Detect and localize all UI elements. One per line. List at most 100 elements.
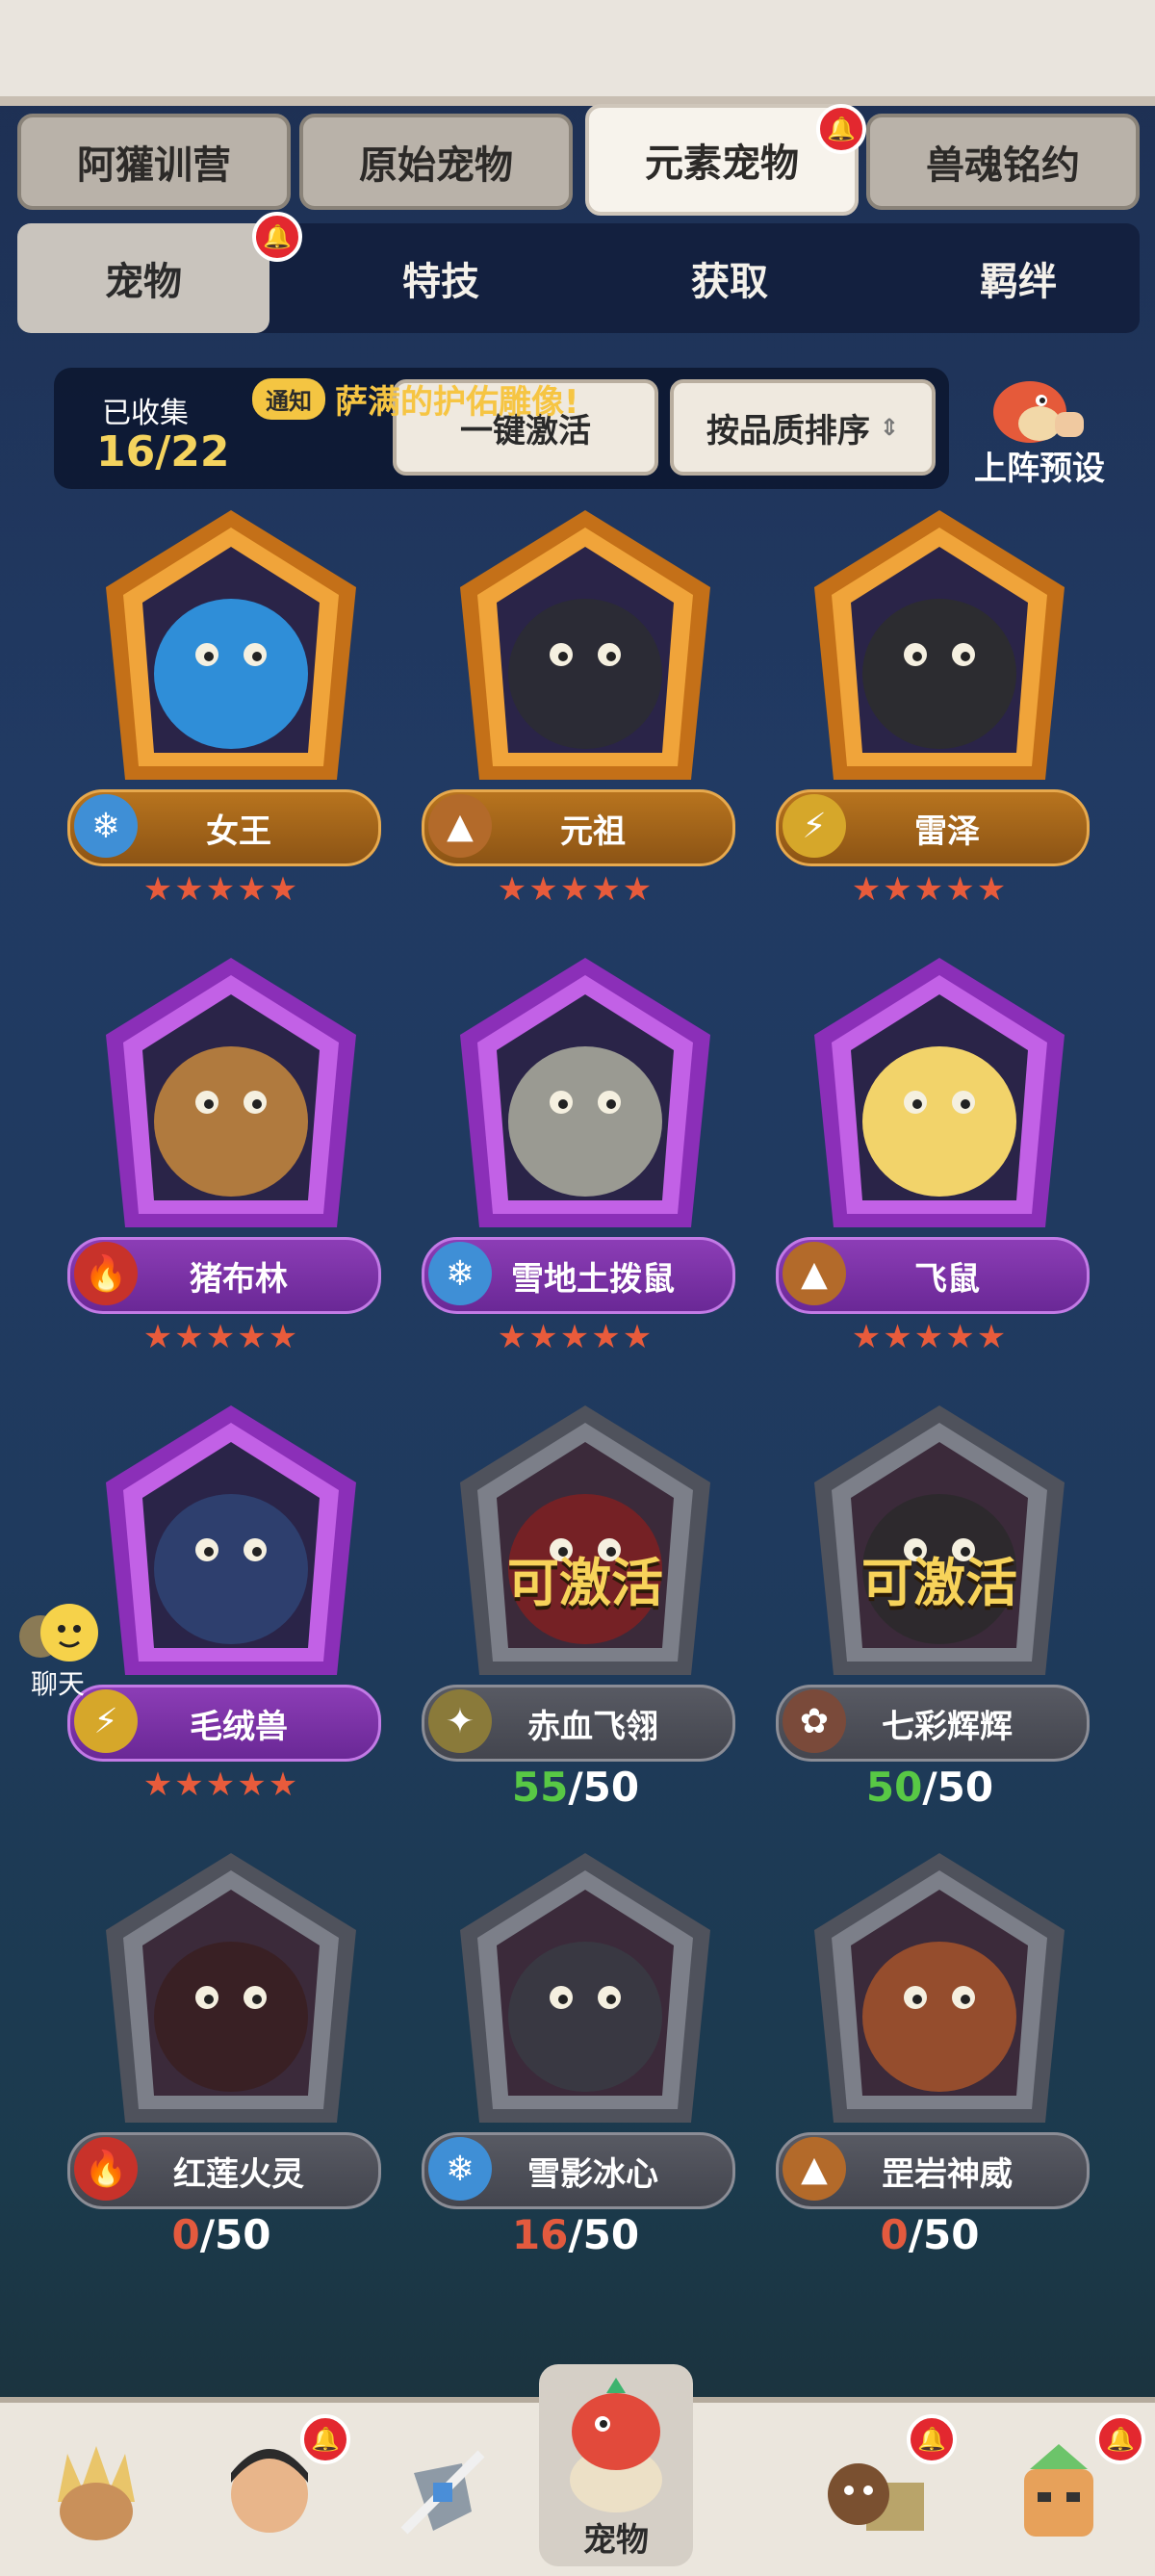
pet-card[interactable]: ▲ 元祖 ★★★★★ (422, 501, 749, 909)
notice-text: 萨满的护佑雕像! (335, 382, 579, 422)
pet-portrait (106, 958, 356, 1227)
can-activate-label: 可激活 (861, 1553, 1017, 1613)
nav-hero[interactable]: 🔔 (192, 2414, 350, 2564)
star-rating: ★★★★★ (142, 870, 300, 909)
nav-equipment[interactable] (366, 2420, 520, 2564)
pet-portrait (460, 958, 710, 1227)
pet-card[interactable]: ⚡ 雷泽 ★★★★★ (776, 501, 1103, 909)
pet-name: 雪地土拨鼠 (511, 1259, 675, 1299)
pet-name: 雪影冰心 (527, 2154, 658, 2194)
category-tabs: 阿獾训营 原始宠物 元素宠物 🔔 兽魂铭约 (17, 104, 1140, 218)
pet-name: 猪布林 (190, 1259, 288, 1299)
pet-portrait (106, 510, 356, 780)
pet-nameplate: ⚡ 雷泽 (776, 789, 1090, 866)
notification-bell-icon: 🔔 (300, 2414, 350, 2464)
fire-element-icon: 🔥 (74, 1242, 138, 1305)
pet-name: 七彩辉辉 (882, 1707, 1013, 1746)
shard-required: /50 (199, 2211, 271, 2258)
tab-a-huan-camp[interactable]: 阿獾训营 (17, 114, 291, 210)
shard-required: /50 (922, 1764, 994, 1811)
shard-current: 0 (171, 2211, 200, 2258)
deploy-preset-button[interactable]: 上阵预设 (953, 364, 1126, 489)
star-rating: ★★★★★ (497, 870, 654, 909)
bottom-nav: 🔔 宠物 🔔 🔔 (0, 2364, 1155, 2576)
sort-label: 按品质排序 (706, 411, 870, 451)
ice-element-icon: ❄ (428, 2137, 492, 2201)
subtab-skills[interactable]: 特技 (306, 223, 576, 333)
fire-element-icon: 🔥 (74, 2137, 138, 2201)
nav-tribe[interactable] (19, 2420, 173, 2564)
earth-element-icon: ▲ (783, 2137, 846, 2201)
pet-nameplate: ▲ 元祖 (422, 789, 735, 866)
sword-shield-icon (400, 2450, 485, 2535)
pet-name: 雷泽 (914, 811, 980, 851)
star-rating: ★★★★★ (142, 1765, 300, 1804)
star-rating: ★★★★★ (142, 1318, 300, 1356)
sort-by-quality-button[interactable]: 按品质排序 ⇕ (670, 379, 936, 476)
notice-tag: 通知 (252, 377, 325, 420)
pet-card[interactable]: ❄ 雪地土拨鼠 ★★★★★ (422, 948, 749, 1356)
paw-element-icon: ✿ (783, 1689, 846, 1753)
notification-bell-icon: 🔔 (816, 104, 866, 154)
pet-nameplate: ▲ 飞鼠 (776, 1237, 1090, 1314)
subtab-pets[interactable]: 宠物 (17, 223, 270, 333)
pet-card[interactable]: ▲ 罡岩神威 0/50 (776, 1843, 1103, 2258)
chat-button[interactable]: 聊天 (13, 1598, 119, 1700)
pet-nameplate: 🔥 猪布林 (67, 1237, 381, 1314)
shard-current: 0 (880, 2211, 909, 2258)
pet-name: 女王 (206, 811, 271, 851)
pet-card[interactable]: ▲ 飞鼠 ★★★★★ (776, 948, 1103, 1356)
pet-dino-icon (570, 2378, 662, 2512)
pet-nameplate: ✿ 七彩辉辉 (776, 1685, 1090, 1762)
nav-building[interactable]: 🔔 (799, 2414, 957, 2564)
pet-portrait (106, 1853, 356, 2123)
notification-bell-icon: 🔔 (907, 2414, 957, 2464)
shard-current: 55 (511, 1764, 569, 1811)
pet-card[interactable]: 可激活 ✦ 赤血飞翎 55/50 (422, 1396, 749, 1811)
pet-card[interactable]: 🔥 猪布林 ★★★★★ (67, 948, 395, 1356)
ice-element-icon: ❄ (428, 1242, 492, 1305)
shard-progress: 55/50 (460, 1764, 691, 1811)
pet-card[interactable]: ❄ 女王 ★★★★★ (67, 501, 395, 909)
earth-element-icon: ▲ (428, 794, 492, 858)
shard-progress: 16/50 (460, 2211, 691, 2258)
star-rating: ★★★★★ (851, 1318, 1009, 1356)
nav-pets[interactable]: 宠物 (539, 2364, 693, 2566)
pet-nameplate: ❄ 女王 (67, 789, 381, 866)
notification-bell-icon: 🔔 (1095, 2414, 1145, 2464)
shard-progress: 0/50 (106, 2211, 337, 2258)
shard-required: /50 (568, 2211, 640, 2258)
nav-pets-label: 宠物 (583, 2521, 649, 2560)
subtab-obtain[interactable]: 获取 (595, 223, 864, 333)
star-rating: ★★★★★ (851, 870, 1009, 909)
ice-element-icon: ❄ (74, 794, 138, 858)
thunder-element-icon: ⚡ (783, 794, 846, 858)
pet-nameplate: ⚡ 毛绒兽 (67, 1685, 381, 1762)
pet-name: 元祖 (560, 811, 626, 851)
shard-progress: 0/50 (814, 2211, 1045, 2258)
can-activate-label: 可激活 (507, 1553, 663, 1613)
preset-label: 上阵预设 (974, 450, 1105, 488)
pet-card[interactable]: 🔥 红莲火灵 0/50 (67, 1843, 395, 2258)
subtab-bonds[interactable]: 羁绊 (884, 223, 1153, 333)
pet-card[interactable]: 可激活 ✿ 七彩辉辉 50/50 (776, 1396, 1103, 1811)
chat-label: 聊天 (31, 1668, 86, 1700)
pet-card[interactable]: ❄ 雪影冰心 16/50 (422, 1843, 749, 2258)
pet-name: 罡岩神威 (882, 2154, 1013, 2194)
pet-portrait (814, 958, 1065, 1227)
top-decor-strip (0, 0, 1155, 106)
pet-nameplate: 🔥 红莲火灵 (67, 2132, 381, 2209)
tab-primitive-pets[interactable]: 原始宠物 (299, 114, 573, 210)
shard-progress: 50/50 (814, 1764, 1045, 1811)
pet-nameplate: ❄ 雪影冰心 (422, 2132, 735, 2209)
shard-current: 16 (511, 2211, 569, 2258)
light-element-icon: ✦ (428, 1689, 492, 1753)
sort-arrows-icon: ⇕ (879, 414, 900, 441)
shard-required: /50 (908, 2211, 980, 2258)
pet-portrait (814, 510, 1065, 780)
earth-element-icon: ▲ (783, 1242, 846, 1305)
sub-tabs: 宠物 🔔 特技 获取 羁绊 (17, 212, 1140, 333)
tab-beast-soul-pact[interactable]: 兽魂铭约 (866, 114, 1140, 210)
nav-totem[interactable]: 🔔 (982, 2414, 1145, 2564)
pet-portrait (460, 1853, 710, 2123)
